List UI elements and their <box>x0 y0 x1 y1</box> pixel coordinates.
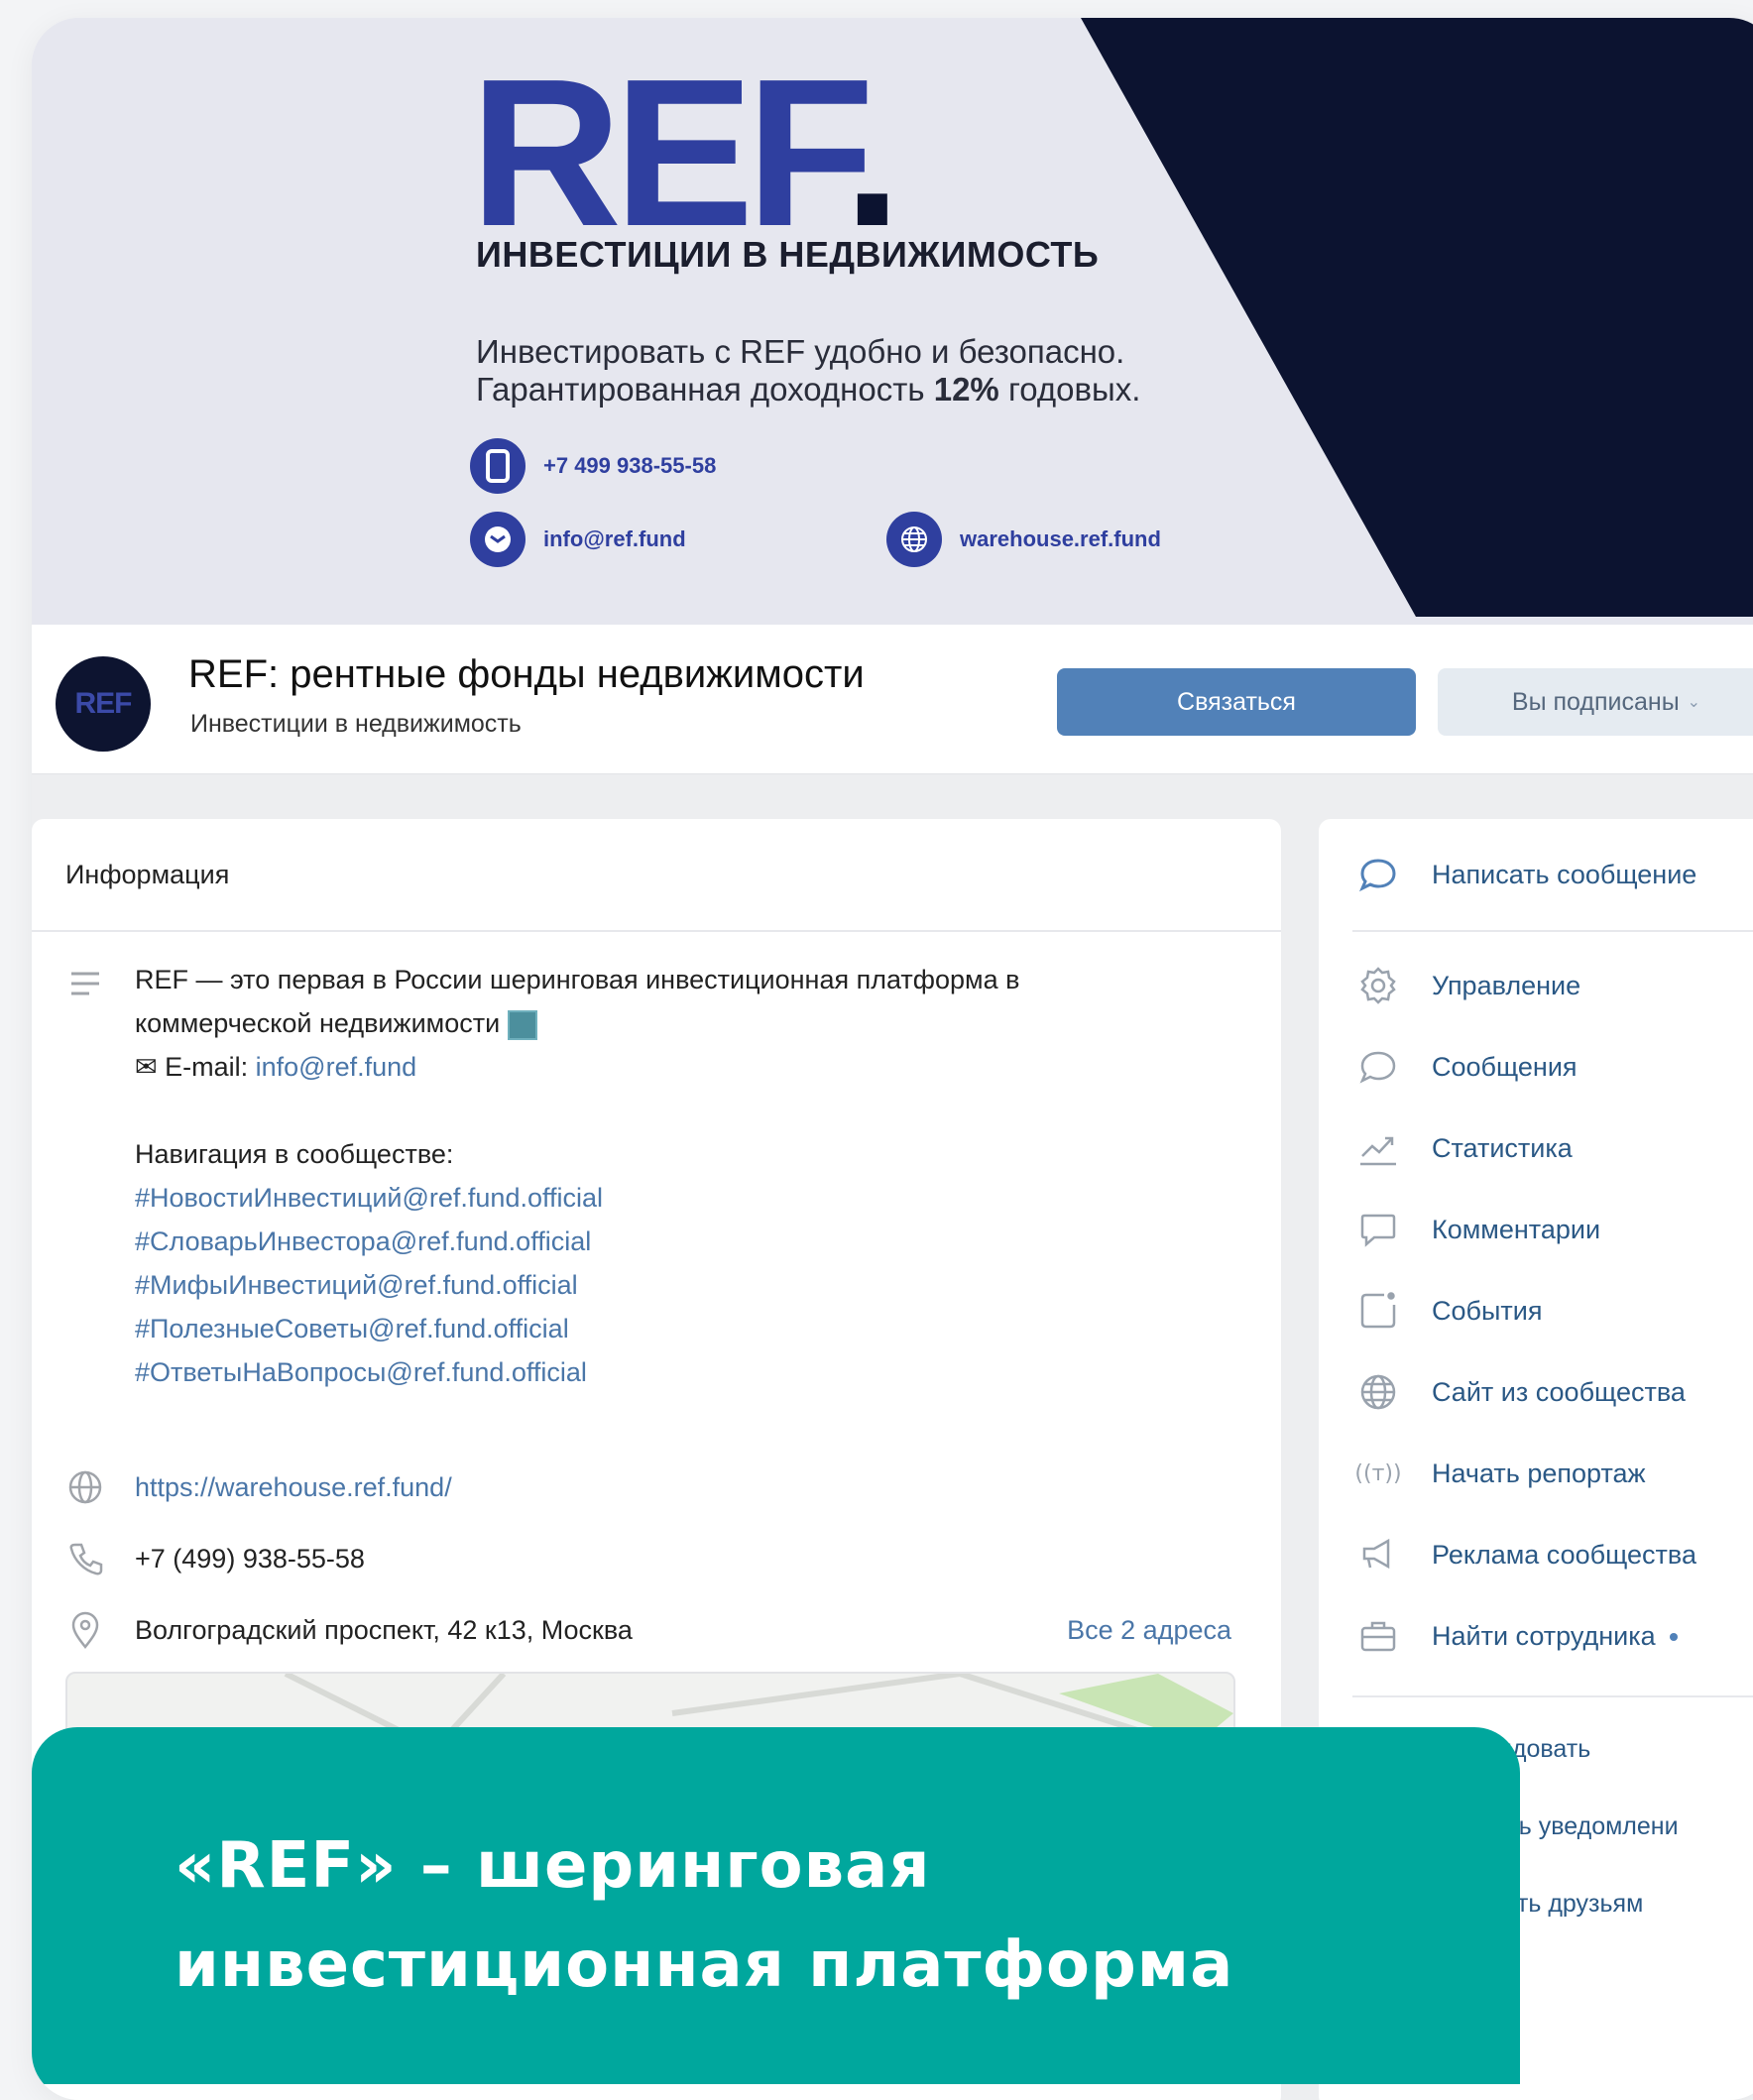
caption-text: «REF» – шеринговая инвестиционная платфо… <box>175 1829 1234 2002</box>
events-icon <box>1360 1292 1396 1329</box>
menu-item-site[interactable]: Сайт из сообщества <box>1319 1362 1753 1422</box>
gear-icon <box>1360 967 1396 1004</box>
address-text: Волгоградский проспект, 42 к13, Москва <box>135 1615 633 1645</box>
avatar[interactable]: REF <box>56 656 151 752</box>
group-name: REF: рентные фонды недвижимости <box>188 652 865 696</box>
banner-title: ИНВЕСТИЦИИ В НЕДВИЖИМОСТЬ <box>476 234 1100 275</box>
hashtag-link[interactable]: #МифыИнвестиций@ref.fund.official <box>135 1263 1019 1307</box>
globe-icon <box>68 1470 102 1504</box>
all-addresses-link[interactable]: Все 2 адреса <box>1067 1608 1231 1652</box>
cover-banner: REF. ИНВЕСТИЦИИ В НЕДВИЖИМОСТЬ Инвестиро… <box>32 18 1753 625</box>
chevron-down-icon: ⌄ <box>1687 694 1701 711</box>
contact-button[interactable]: Связаться <box>1057 668 1416 736</box>
group-subtitle: Инвестиции в недвижимость <box>190 710 522 738</box>
nav-title: Навигация в сообществе: <box>135 1139 454 1169</box>
menu-item-manage[interactable]: Управление <box>1319 956 1753 1015</box>
menu-divider <box>1352 1695 1753 1697</box>
banner-phone: +7 499 938-55-58 <box>470 438 716 494</box>
chart-icon <box>1360 1136 1396 1166</box>
banner-site: warehouse.ref.fund <box>886 512 1161 567</box>
caption-overlay: «REF» – шеринговая инвестиционная платфо… <box>32 1727 1520 2084</box>
chat-icon <box>1359 859 1396 892</box>
hashtag-link[interactable]: #ОтветыНаВопросы@ref.fund.official <box>135 1350 1019 1394</box>
hashtag-link[interactable]: #ПолезныеСоветы@ref.fund.official <box>135 1307 1019 1350</box>
description-icon <box>71 972 99 995</box>
location-pin-icon <box>71 1611 99 1650</box>
banner-subtitle: Инвестировать с REF удобно и безопасно. … <box>476 333 1289 408</box>
info-heading: Информация <box>32 819 1281 932</box>
menu-item-ads[interactable]: Реклама сообщества <box>1319 1525 1753 1584</box>
hashtag-link[interactable]: #СловарьИнвестора@ref.fund.official <box>135 1220 1019 1263</box>
broadcast-icon: ((т)) <box>1354 1460 1402 1486</box>
menu-item-hiring[interactable]: Найти сотрудника <box>1319 1606 1753 1666</box>
menu-item-comments[interactable]: Комментарии <box>1319 1200 1753 1259</box>
globe-icon <box>1360 1374 1396 1410</box>
phone-icon <box>69 1543 103 1575</box>
envelope-icon <box>470 512 526 567</box>
phone-icon <box>470 438 526 494</box>
menu-item-messages[interactable]: Сообщения <box>1319 1037 1753 1097</box>
ref-logo: REF. <box>470 35 901 270</box>
globe-icon <box>886 512 942 567</box>
subscribed-button[interactable]: Вы подписаны ⌄ <box>1438 668 1753 736</box>
banner-subtitle-line2: Гарантированная доходность 12% годовых. <box>476 371 1141 408</box>
menu-divider <box>1352 930 1753 932</box>
new-badge-dot <box>1669 1633 1678 1642</box>
subscribed-label: Вы подписаны <box>1511 687 1680 716</box>
menu-item-events[interactable]: События <box>1319 1281 1753 1341</box>
menu-item-broadcast[interactable]: ((т)) Начать репортаж <box>1319 1444 1753 1503</box>
screenshot-card: REF. ИНВЕСТИЦИИ В НЕДВИЖИМОСТЬ Инвестиро… <box>32 18 1753 2100</box>
hashtag-link[interactable]: #НовостиИнвестиций@ref.fund.official <box>135 1176 1019 1220</box>
briefcase-icon <box>1360 1621 1396 1652</box>
email-link[interactable]: info@ref.fund <box>256 1052 417 1082</box>
comment-icon <box>1360 1214 1396 1247</box>
group-header: REF REF: рентные фонды недвижимости Инве… <box>32 625 1753 774</box>
building-icon <box>507 1009 537 1040</box>
description-text: REF — это первая в России шеринговая инв… <box>135 958 1019 1394</box>
chat-icon <box>1359 1051 1396 1084</box>
write-message-button[interactable]: Написать сообщение <box>1319 845 1753 904</box>
menu-item-statistics[interactable]: Статистика <box>1319 1118 1753 1178</box>
banner-email: info@ref.fund <box>470 512 686 567</box>
website-link[interactable]: https://warehouse.ref.fund/ <box>135 1465 452 1509</box>
phone-text: +7 (499) 938-55-58 <box>135 1544 365 1574</box>
banner-subtitle-line1: Инвестировать с REF удобно и безопасно. <box>476 333 1125 370</box>
megaphone-icon <box>1362 1538 1390 1570</box>
